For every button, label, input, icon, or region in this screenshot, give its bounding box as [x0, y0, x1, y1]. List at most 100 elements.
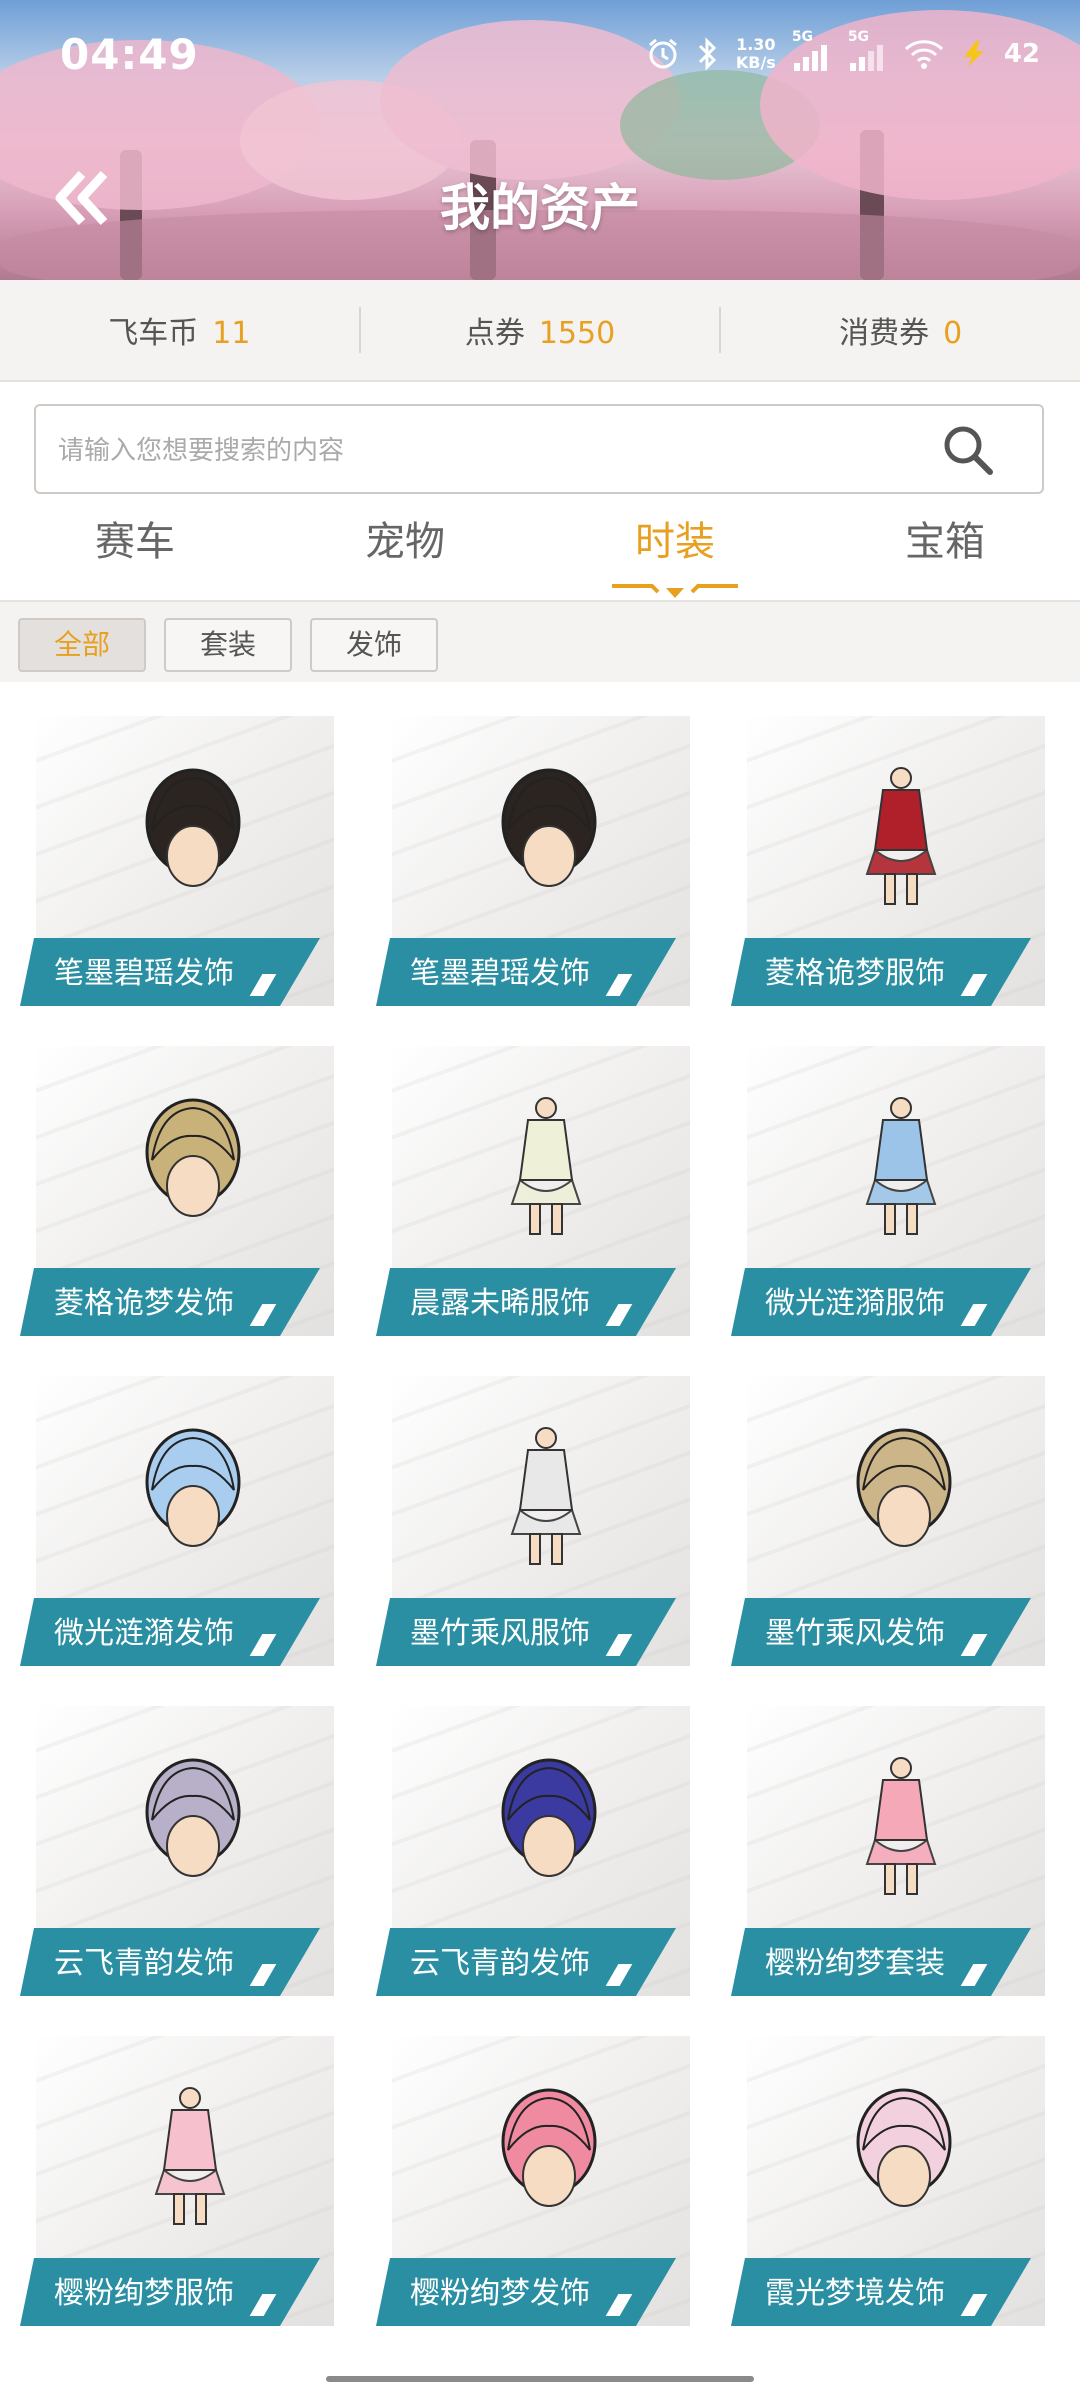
currency-dianquan: 点券 1550: [464, 316, 616, 351]
banner-corner-mark: [250, 1634, 277, 1656]
battery-level: 42: [1003, 39, 1040, 69]
banner-corner-mark: [250, 1964, 277, 1986]
item-name: 樱粉绚梦发饰: [410, 2276, 590, 2311]
network-speed: 1.30 KB/s: [735, 35, 776, 72]
item-card[interactable]: 樱粉绚梦套装: [731, 1690, 1047, 2010]
hair-accessory-icon: [501, 768, 597, 887]
item-card[interactable]: 樱粉绚梦发饰: [376, 2020, 692, 2340]
item-name: 墨竹乘风服饰: [410, 1616, 590, 1651]
item-name: 樱粉绚梦服饰: [54, 2276, 234, 2311]
item-name: 墨竹乘风发饰: [765, 1616, 945, 1651]
banner-corner-mark: [606, 1634, 633, 1656]
tab-chests[interactable]: 宝箱: [810, 510, 1080, 600]
item-card[interactable]: 笔墨碧瑶发饰: [20, 700, 336, 1020]
search-icon[interactable]: [940, 422, 996, 478]
hair-accessory-icon: [856, 1428, 952, 1547]
filter-all[interactable]: 全部: [18, 618, 146, 672]
item-name-banner: 微光涟漪发饰: [20, 1598, 320, 1666]
item-name-banner: 云飞青韵发饰: [376, 1928, 676, 1996]
alarm-icon: [648, 38, 677, 69]
outfit-icon: [865, 1097, 937, 1235]
filter-sets[interactable]: 套装: [164, 618, 292, 672]
item-name-banner: 霞光梦境发饰: [731, 2258, 1031, 2326]
item-card[interactable]: 菱格诡梦发饰: [20, 1030, 336, 1350]
banner-corner-mark: [250, 2294, 277, 2316]
status-time: 04:49: [60, 30, 199, 79]
currency-xiaofeiquan: 消费券 0: [839, 316, 963, 351]
outfit-set-icon: [865, 1757, 937, 1895]
currency-bar: 飞车币 11 点券 1550 消费券 0: [0, 280, 1080, 382]
item-card[interactable]: 笔墨碧瑶发饰: [376, 700, 692, 1020]
item-name-banner: 云飞青韵发饰: [20, 1928, 320, 1996]
search-input[interactable]: [56, 428, 920, 474]
item-card[interactable]: 云飞青韵发饰: [376, 1690, 692, 2010]
signal-icon: 5G: [792, 29, 832, 71]
item-card[interactable]: 云飞青韵发饰: [20, 1690, 336, 2010]
banner-corner-mark: [250, 1304, 277, 1326]
item-name-banner: 墨竹乘风发饰: [731, 1598, 1031, 1666]
banner-corner-mark: [606, 1964, 633, 1986]
hair-accessory-icon: [145, 768, 241, 887]
item-name-banner: 樱粉绚梦服饰: [20, 2258, 320, 2326]
outfit-icon: [510, 1427, 582, 1565]
hair-accessory-icon: [856, 2088, 952, 2207]
banner-corner-mark: [606, 974, 633, 996]
item-name: 笔墨碧瑶发饰: [54, 956, 234, 991]
banner-corner-mark: [606, 2294, 633, 2316]
hair-accessory-icon: [501, 1758, 597, 1877]
item-name: 笔墨碧瑶发饰: [410, 956, 590, 991]
item-name-banner: 晨露未晞服饰: [376, 1268, 676, 1336]
currency-feiche: 飞车币 11: [108, 316, 251, 351]
hair-accessory-icon: [145, 1428, 241, 1547]
item-name: 云飞青韵发饰: [410, 1946, 590, 1981]
item-name-banner: 笔墨碧瑶发饰: [20, 938, 320, 1006]
page-title: 我的资产: [440, 179, 640, 237]
banner-corner-mark: [250, 974, 277, 996]
home-indicator[interactable]: [326, 2376, 754, 2382]
header-banner: 04:49 1.30 KB/s 5G 5G 42 我的资产: [0, 0, 1080, 280]
status-bar: 04:49 1.30 KB/s 5G 5G 42: [0, 0, 1080, 110]
tab-pets[interactable]: 宠物: [270, 510, 540, 600]
banner-corner-mark: [606, 1304, 633, 1326]
banner-corner-mark: [961, 1304, 988, 1326]
item-name: 菱格诡梦发饰: [54, 1286, 234, 1321]
banner-corner-mark: [961, 974, 988, 996]
item-card[interactable]: 晨露未晞服饰: [376, 1030, 692, 1350]
filter-hair[interactable]: 发饰: [310, 618, 438, 672]
filter-bar: 全部 套装 发饰: [0, 602, 1080, 682]
tab-fashion[interactable]: 时装: [540, 510, 810, 600]
item-card[interactable]: 墨竹乘风服饰: [376, 1360, 692, 1680]
status-icons: 1.30 KB/s 5G 5G 42: [646, 29, 1040, 72]
item-name: 樱粉绚梦套装: [765, 1946, 945, 1981]
wifi-icon: [904, 40, 943, 69]
banner-corner-mark: [961, 2294, 988, 2316]
hair-accessory-icon: [501, 2088, 597, 2207]
active-tab-indicator: [612, 584, 738, 598]
outfit-icon: [510, 1097, 582, 1235]
bluetooth-icon: [698, 37, 716, 71]
outfit-icon: [865, 767, 937, 905]
tab-cars[interactable]: 赛车: [0, 510, 270, 600]
signal-icon: 5G: [848, 29, 888, 71]
item-name-banner: 笔墨碧瑶发饰: [376, 938, 676, 1006]
item-card[interactable]: 樱粉绚梦服饰: [20, 2020, 336, 2340]
item-card[interactable]: 微光涟漪服饰: [731, 1030, 1047, 1350]
item-name-banner: 微光涟漪服饰: [731, 1268, 1031, 1336]
hair-accessory-icon: [145, 1758, 241, 1877]
item-name: 菱格诡梦服饰: [765, 956, 945, 991]
item-name-banner: 菱格诡梦服饰: [731, 938, 1031, 1006]
battery-icon: [963, 41, 984, 67]
item-name: 晨露未晞服饰: [410, 1286, 590, 1321]
item-card[interactable]: 菱格诡梦服饰: [731, 700, 1047, 1020]
category-tabs: 赛车 宠物 时装 宝箱: [0, 510, 1080, 600]
item-name: 微光涟漪发饰: [54, 1616, 234, 1651]
item-card[interactable]: 墨竹乘风发饰: [731, 1360, 1047, 1680]
item-card[interactable]: 霞光梦境发饰: [731, 2020, 1047, 2340]
item-name: 云飞青韵发饰: [54, 1946, 234, 1981]
outfit-icon: [154, 2087, 226, 2225]
item-card[interactable]: 微光涟漪发饰: [20, 1360, 336, 1680]
hair-accessory-icon: [145, 1098, 241, 1217]
item-name: 霞光梦境发饰: [765, 2276, 945, 2311]
item-name-banner: 墨竹乘风服饰: [376, 1598, 676, 1666]
search-box: [34, 404, 1044, 494]
